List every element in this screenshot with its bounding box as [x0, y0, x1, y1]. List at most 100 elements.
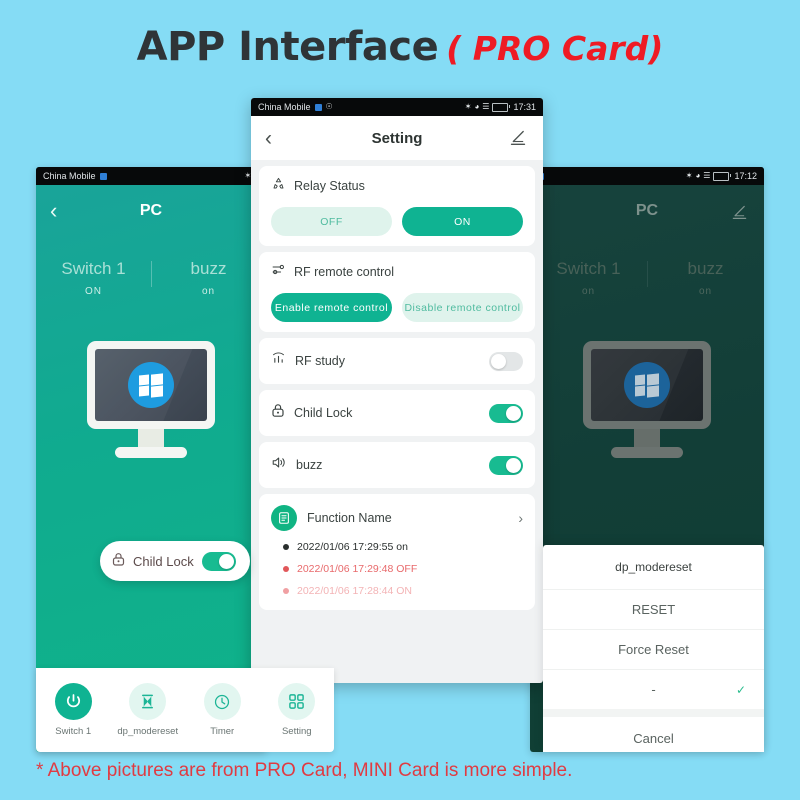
- sheet-cancel-button[interactable]: Cancel: [543, 717, 764, 759]
- wifi-icon: ◕: [695, 171, 701, 180]
- left-switch-2-name: buzz: [190, 259, 227, 278]
- enable-remote-button[interactable]: Enable remote control: [271, 293, 392, 322]
- log-bullet: [283, 544, 289, 550]
- sim-icon: [314, 103, 322, 111]
- nav-label-dp-modereset: dp_modereset: [117, 726, 179, 737]
- grid-icon: [278, 683, 316, 720]
- child-lock-toggle[interactable]: [489, 403, 523, 423]
- back-icon[interactable]: ‹: [50, 200, 57, 222]
- log-text-1: 2022/01/06 17:29:55 on: [297, 541, 408, 553]
- windows-logo-icon: [624, 362, 670, 408]
- child-lock-card-label: Child Lock: [133, 553, 194, 569]
- switch-divider: [647, 261, 648, 287]
- back-icon[interactable]: ‹: [265, 128, 272, 149]
- rf-remote-header: RF remote control: [271, 262, 523, 282]
- center-phone-screen: China Mobile ☉ ✶ ◕ ☰ 17:31 ‹ Setting Rel…: [251, 98, 543, 683]
- left-phone-screen: China Mobile ✶ ◕ ‹ PC Switch 1 ON buzz o…: [36, 167, 266, 752]
- rf-study-row[interactable]: RF study: [259, 338, 535, 384]
- left-switch-2[interactable]: buzz on: [151, 259, 266, 297]
- windows-glyph: [635, 372, 659, 397]
- bottom-sheet-title: dp_modereset: [615, 560, 692, 574]
- center-status-bar: China Mobile ☉ ✶ ◕ ☰ 17:31: [251, 98, 543, 116]
- disable-remote-button[interactable]: Disable remote control: [402, 293, 523, 322]
- child-lock-card-toggle[interactable]: [201, 551, 236, 571]
- right-switch-1[interactable]: Switch 1 on: [530, 259, 647, 297]
- relay-status-header: Relay Status: [271, 176, 523, 196]
- monitor-illustration: [87, 341, 215, 459]
- relay-off-button[interactable]: OFF: [271, 207, 392, 236]
- sheet-option-selected[interactable]: - ✓: [543, 669, 764, 709]
- left-phone-header: ‹ PC: [36, 185, 266, 237]
- buzz-toggle[interactable]: [489, 455, 523, 475]
- power-icon: [54, 683, 92, 720]
- signal-icon: ☰: [482, 102, 490, 111]
- right-clock-label: 17:12: [734, 171, 757, 181]
- relay-status-label: Relay Status: [294, 179, 365, 193]
- center-phone-body: Relay Status OFF ON RF remote control En…: [251, 166, 543, 610]
- right-phone-header: PC: [530, 185, 764, 237]
- speaker-icon: [271, 455, 287, 475]
- child-lock-label: Child Lock: [294, 406, 353, 420]
- title-sub-text: ( PRO Card): [446, 29, 664, 68]
- function-name-card: Function Name › 2022/01/06 17:29:55 on 2…: [259, 494, 535, 610]
- chevron-right-icon[interactable]: ›: [518, 510, 523, 526]
- left-switch-1-name: Switch 1: [61, 259, 126, 278]
- rf-remote-label: RF remote control: [294, 265, 395, 279]
- right-switch-2[interactable]: buzz on: [647, 259, 764, 297]
- child-lock-row[interactable]: Child Lock: [259, 390, 535, 436]
- function-name-label: Function Name: [307, 511, 392, 525]
- left-switch-2-state: on: [201, 286, 216, 297]
- bottom-nav-bar: Switch 1 dp_modereset Timer Setting: [36, 668, 334, 752]
- windows-logo-icon: [128, 362, 174, 408]
- center-carrier-label: China Mobile: [258, 102, 311, 112]
- log-entry-2: 2022/01/06 17:29:48 OFF: [271, 563, 523, 575]
- monitor-body: [583, 341, 711, 429]
- right-switch-2-name: buzz: [687, 259, 724, 278]
- function-name-header[interactable]: Function Name ›: [271, 505, 523, 531]
- log-text-2: 2022/01/06 17:29:48 OFF: [297, 563, 418, 575]
- pencil-icon[interactable]: [509, 129, 527, 152]
- right-switch-1-state: on: [581, 286, 596, 297]
- left-switch-row: Switch 1 ON buzz on: [36, 259, 266, 297]
- nav-item-setting[interactable]: Setting: [264, 683, 330, 737]
- windows-glyph: [139, 372, 163, 397]
- sheet-divider: [543, 709, 764, 717]
- sheet-option-reset[interactable]: RESET: [543, 589, 764, 629]
- relay-status-buttons: OFF ON: [271, 207, 523, 236]
- monitor-neck: [138, 429, 164, 447]
- nav-item-timer[interactable]: Timer: [189, 683, 255, 737]
- buzz-label: buzz: [296, 458, 323, 472]
- poster-stage: APP Interface( PRO Card) China Mobile ✶ …: [0, 0, 800, 800]
- right-switch-row: Switch 1 on buzz on: [530, 259, 764, 297]
- sheet-option-force-reset[interactable]: Force Reset: [543, 629, 764, 669]
- nav-label-switch-1: Switch 1: [55, 726, 92, 737]
- monitor-body: [87, 341, 215, 429]
- right-status-right: ✶ ◕ ☰ 17:12: [686, 171, 757, 181]
- relay-on-button[interactable]: ON: [402, 207, 523, 236]
- page-title: APP Interface( PRO Card): [0, 24, 800, 70]
- monitor-neck: [634, 429, 660, 447]
- buzz-row[interactable]: buzz: [259, 442, 535, 488]
- nav-item-switch-1[interactable]: Switch 1: [40, 683, 106, 737]
- bluetooth-icon: ✶: [685, 171, 693, 180]
- child-lock-card[interactable]: Child Lock: [100, 541, 250, 581]
- monitor-base: [115, 447, 187, 458]
- log-entry-3: 2022/01/06 17:28:44 ON: [271, 585, 523, 597]
- wifi-icon: ◕: [474, 102, 480, 111]
- rf-study-label: RF study: [295, 354, 346, 368]
- right-switch-2-state: on: [698, 286, 713, 297]
- rf-remote-buttons: Enable remote control Disable remote con…: [271, 293, 523, 322]
- nav-item-dp-modereset[interactable]: dp_modereset: [115, 683, 181, 737]
- sliders-icon: [271, 262, 286, 282]
- footnote-text: * Above pictures are from PRO Card, MINI…: [36, 760, 573, 781]
- rf-study-toggle[interactable]: [489, 351, 523, 371]
- pencil-icon[interactable]: [731, 204, 748, 226]
- signal-icon: ☰: [703, 171, 711, 180]
- bottom-sheet-dialog: dp_modereset RESET Force Reset - ✓ Cance…: [543, 545, 764, 752]
- title-main-text: APP Interface: [136, 24, 439, 70]
- monitor-screen: [591, 349, 703, 421]
- center-status-right: ✶ ◕ ☰ 17:31: [465, 102, 536, 112]
- sheet-option-force-reset-label: Force Reset: [618, 642, 689, 657]
- log-text-3: 2022/01/06 17:28:44 ON: [297, 585, 413, 597]
- left-switch-1[interactable]: Switch 1 ON: [36, 259, 151, 297]
